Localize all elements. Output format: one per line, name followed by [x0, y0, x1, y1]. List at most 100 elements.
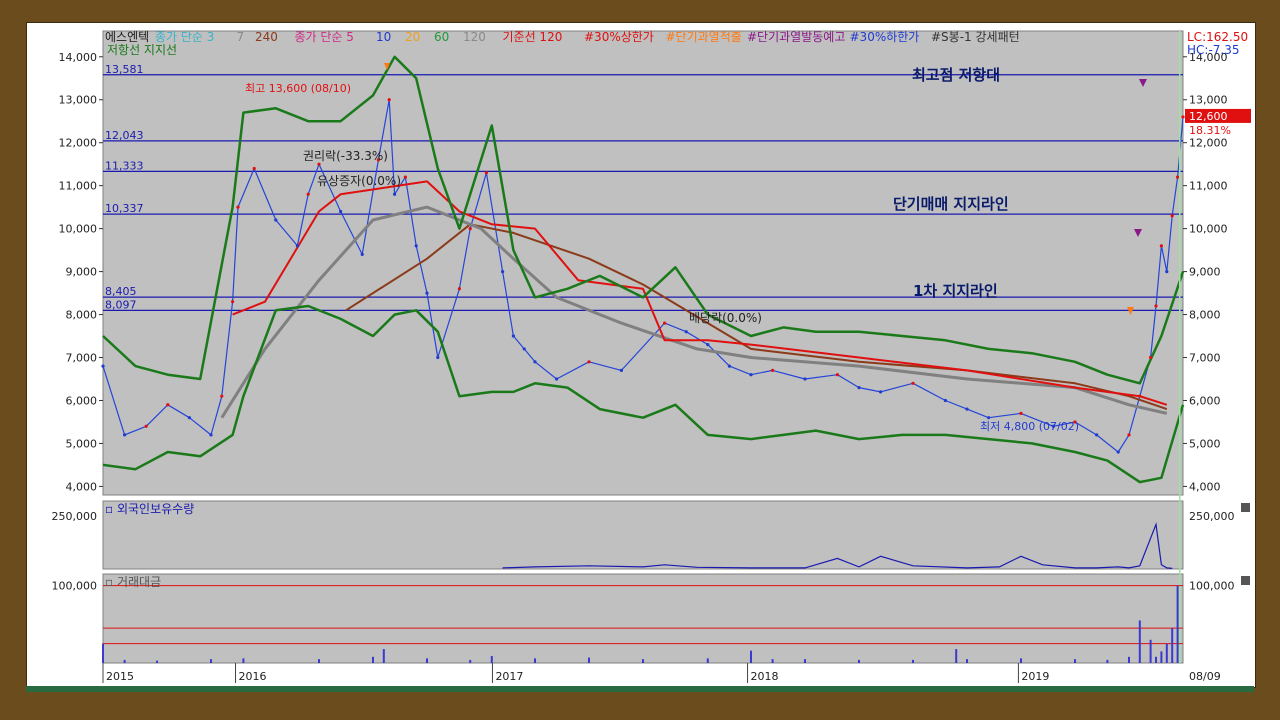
y-tick-label-right: 8,000	[1189, 309, 1221, 322]
price-point	[879, 390, 883, 394]
value-bar	[966, 659, 968, 663]
price-point	[857, 385, 861, 390]
support-resistance-label: 13,581	[105, 63, 144, 76]
price-point	[663, 321, 667, 325]
y-tick-label-left: 5,000	[66, 437, 98, 450]
value-bar	[1020, 658, 1022, 663]
value-bar	[1155, 656, 1157, 663]
price-point	[533, 360, 537, 364]
price-point	[522, 347, 526, 351]
value-bar	[382, 649, 385, 663]
y-tick-label-right: 11,000	[1189, 180, 1228, 193]
value-bar	[1074, 659, 1076, 663]
legend-item: #30%상한가	[584, 30, 654, 44]
price-point	[835, 373, 840, 377]
value-bar	[242, 658, 245, 663]
value-bar	[804, 659, 806, 663]
value-bar	[706, 658, 709, 663]
value-bar	[1171, 628, 1174, 663]
support-resistance-label: 11,333	[105, 159, 144, 172]
price-point	[619, 368, 624, 373]
price-point	[1149, 355, 1153, 360]
annotation-short-support: 단기매매 지지라인	[893, 195, 1009, 213]
chart-frame: 4,000 4,000 5,000 5,000 6,000 6,000 7,000 7,000…	[26, 22, 1256, 688]
price-point	[987, 416, 991, 420]
price-point	[236, 205, 240, 209]
price-point	[501, 269, 505, 274]
price-point	[187, 416, 191, 420]
panel-close-icon[interactable]	[1241, 503, 1250, 512]
price-point	[166, 403, 170, 407]
y-tick-label-right: 12,000	[1189, 137, 1228, 150]
y-tick-label-left: 13,000	[59, 94, 98, 107]
lc-readout: LC:162.50	[1187, 30, 1248, 44]
current-change-text: 18.31%	[1189, 124, 1231, 137]
price-point	[803, 377, 807, 381]
price-point	[1154, 304, 1158, 308]
high-price-label: 최고 13,600 (08/10)	[245, 82, 351, 95]
value-bar	[588, 657, 590, 663]
panel-close-icon[interactable]	[1241, 576, 1250, 585]
price-point	[555, 377, 559, 381]
price-point	[468, 227, 472, 231]
price-point	[144, 424, 148, 428]
price-point	[306, 192, 310, 196]
price-point	[1170, 214, 1174, 218]
price-point	[252, 166, 256, 171]
y-tick-label-right: 6,000	[1189, 394, 1221, 407]
corner-date-label: 08/09	[1189, 670, 1221, 683]
y-tick-label-left: 250,000	[52, 510, 98, 523]
value-bar	[372, 656, 374, 663]
x-tick-label: 2017	[495, 670, 523, 683]
price-point	[706, 343, 710, 347]
y-tick-label-right: 9,000	[1189, 266, 1221, 279]
price-point	[231, 300, 235, 304]
x-tick-label: 2018	[751, 670, 779, 683]
legend-item: 120	[463, 30, 486, 44]
value-bar	[318, 659, 320, 663]
y-tick-label-right: 10,000	[1189, 223, 1228, 236]
value-bar	[771, 659, 774, 663]
y-tick-label-left: 14,000	[59, 51, 98, 64]
x-tick-label: 2016	[239, 670, 267, 683]
price-point	[484, 171, 488, 175]
plot-area-value	[102, 573, 1184, 664]
y-tick-label-left: 7,000	[66, 352, 98, 365]
foreign-panel-title: ▫ 외국인보유수량	[105, 502, 194, 516]
price-point	[771, 368, 775, 373]
price-point	[317, 162, 321, 166]
price-point	[1127, 433, 1131, 437]
y-tick-label-left: 9,000	[66, 266, 98, 279]
legend-item: #단기과열발동예고	[747, 30, 845, 44]
price-point	[1159, 244, 1163, 248]
price-point	[1165, 269, 1169, 274]
price-point	[339, 209, 343, 214]
stock-chart: 4,000 4,000 5,000 5,000 6,000 6,000 7,000 7,000…	[52, 30, 1251, 683]
price-point	[414, 244, 418, 248]
value-bar	[490, 656, 493, 663]
current-price-text: 12,600	[1189, 110, 1228, 123]
support-resistance-label: 12,043	[105, 129, 144, 142]
y-tick-label-left: 10,000	[59, 223, 98, 236]
price-point	[209, 433, 213, 437]
price-point	[295, 244, 299, 248]
price-point	[1138, 394, 1142, 398]
y-tick-label-right: 100,000	[1189, 580, 1235, 593]
price-point	[101, 364, 105, 368]
price-point	[387, 98, 391, 102]
price-point	[274, 218, 278, 222]
y-tick-label-right: 250,000	[1189, 510, 1235, 523]
event-label: 권리락(-33.3%)	[303, 149, 388, 163]
price-point	[965, 407, 969, 411]
x-tick-label: 2019	[1021, 670, 1049, 683]
y-tick-label-right: 13,000	[1189, 94, 1228, 107]
annotation-resistance: 최고점 저항대	[912, 66, 1000, 84]
price-point	[511, 334, 515, 338]
value-bar	[102, 643, 104, 663]
annotation-first-support: 1차 지지라인	[913, 282, 998, 300]
value-bar	[858, 659, 860, 663]
y-tick-label-right: 7,000	[1189, 352, 1221, 365]
value-panel-title: ▫ 거래대금	[105, 575, 161, 589]
price-point	[360, 252, 364, 257]
price-point	[393, 192, 397, 196]
